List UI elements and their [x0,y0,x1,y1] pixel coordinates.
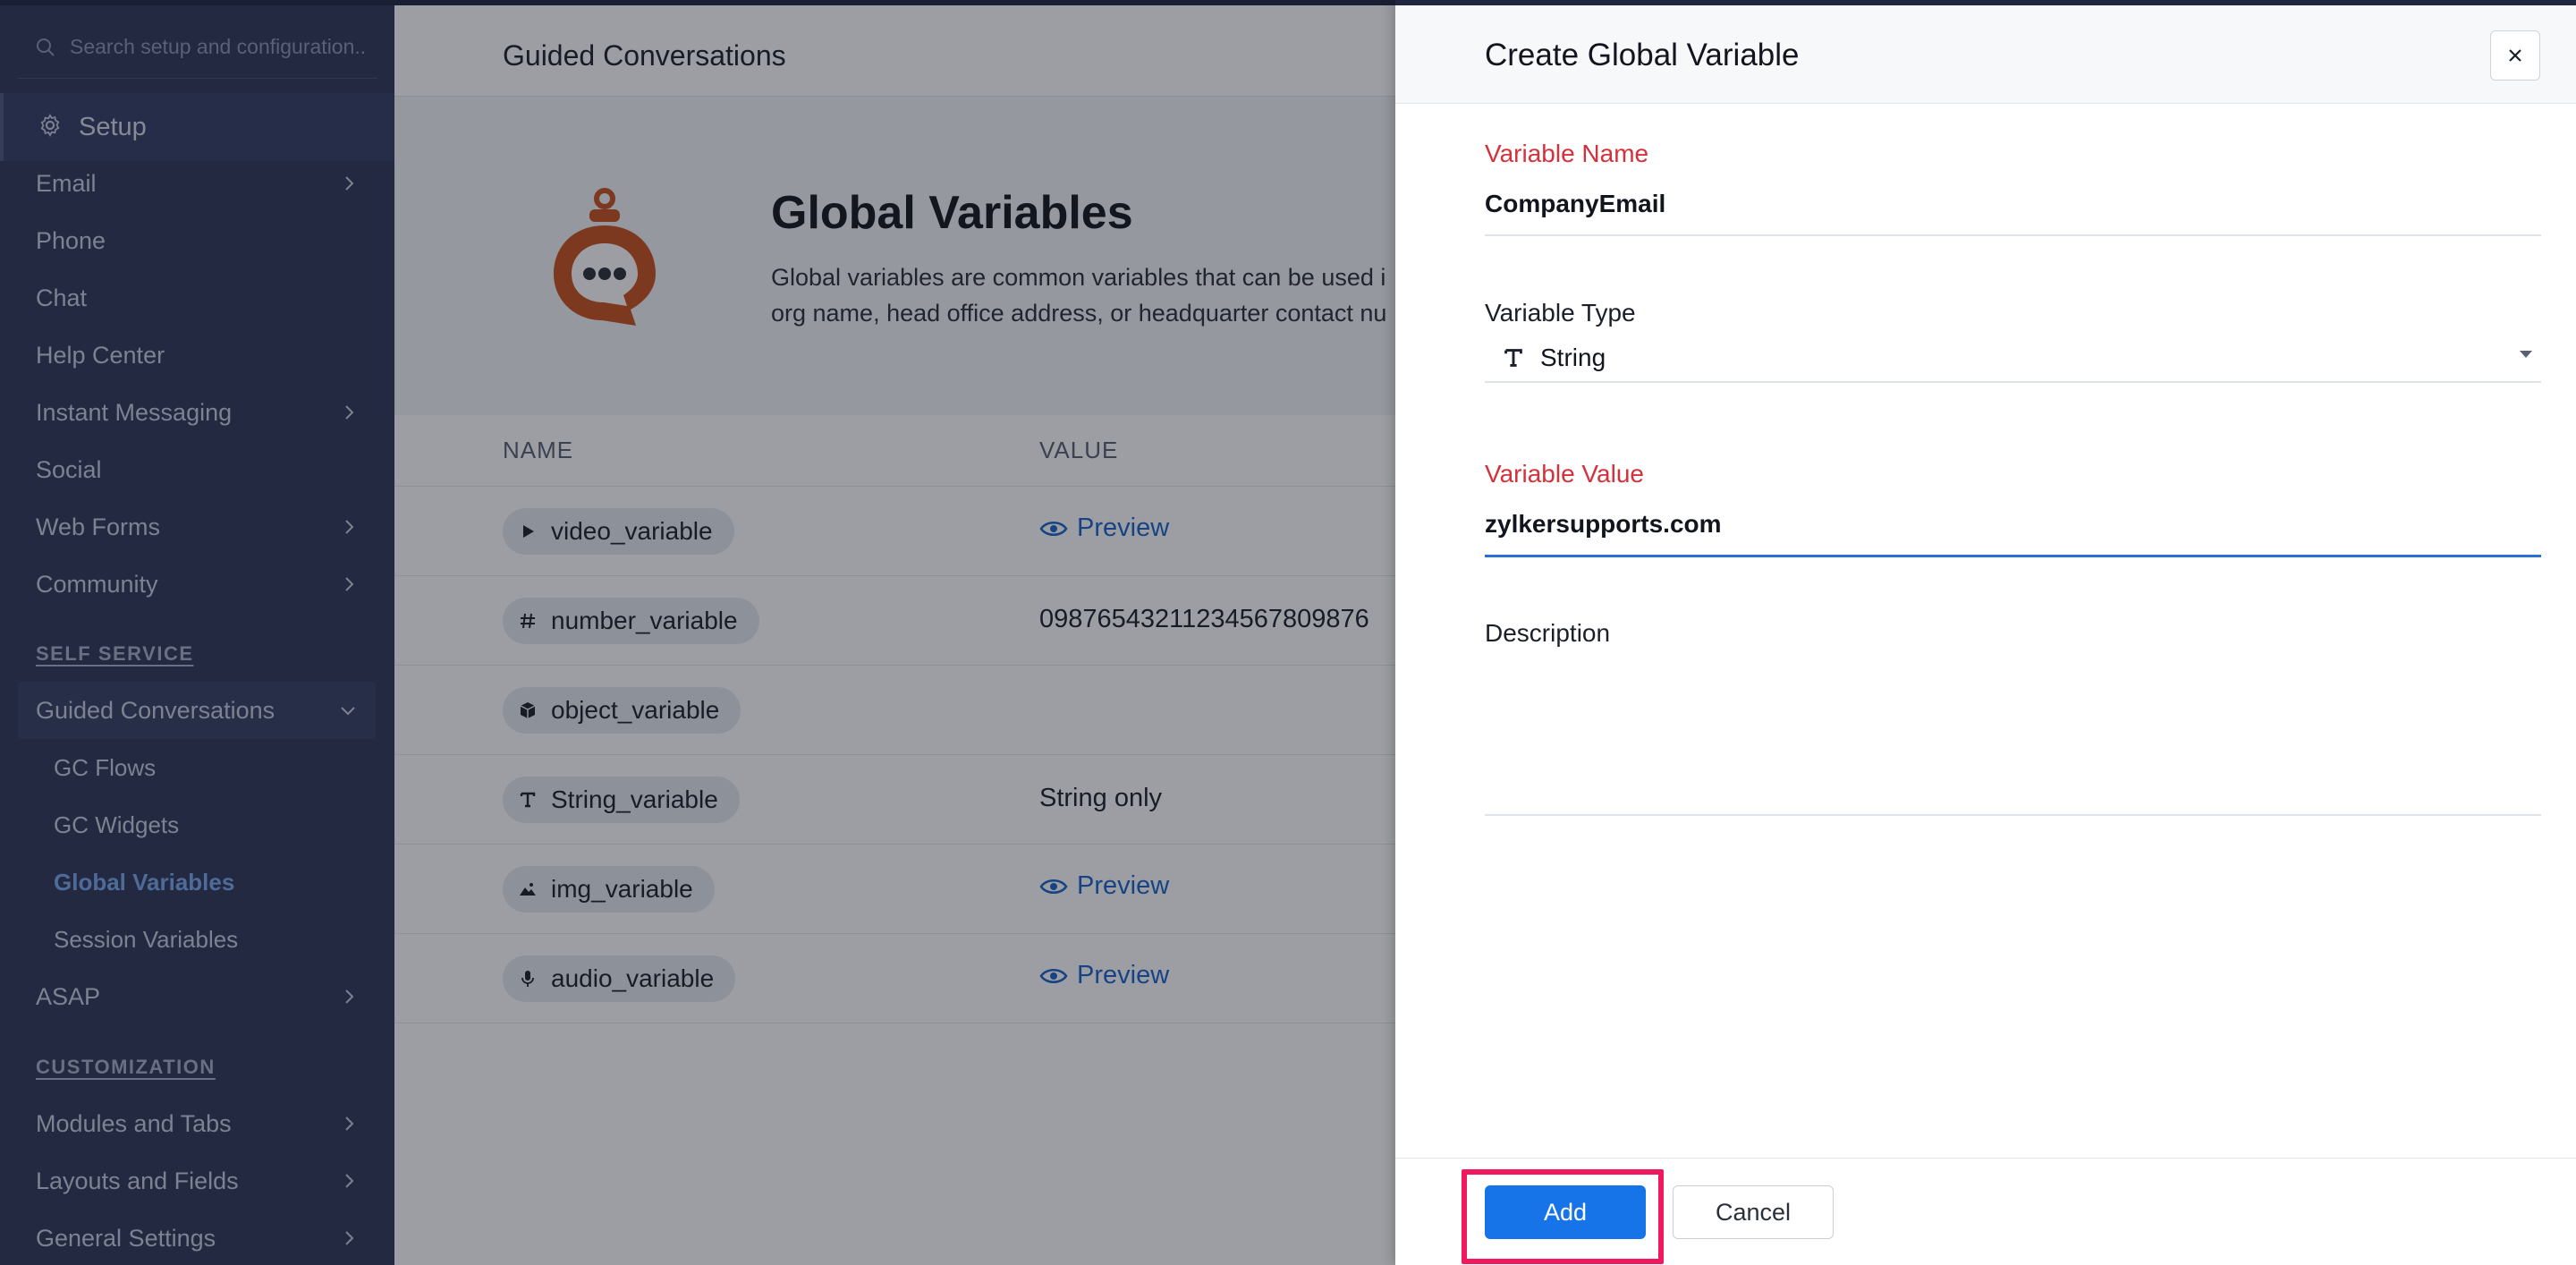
modal-backdrop[interactable] [0,0,1395,1265]
panel-footer: Add Cancel [1395,1158,2576,1265]
description-textarea[interactable] [1485,662,2541,816]
cancel-button[interactable]: Cancel [1673,1185,1834,1239]
text-icon [1504,349,1522,367]
variable-type-value: String [1540,344,1606,371]
caret-down-icon [2520,351,2532,358]
variable-type-select[interactable]: String [1485,335,2541,383]
variable-type-label: Variable Type [1485,299,1636,327]
variable-value-field[interactable]: zylkersupports.com [1485,510,2541,557]
panel-title: Create Global Variable [1485,38,1800,72]
variable-name-field[interactable]: CompanyEmail [1485,190,2541,236]
close-icon [2509,49,2521,62]
create-variable-panel: Create Global Variable Variable Name Com… [1395,0,2576,1265]
variable-value-label: Variable Value [1485,460,1644,488]
add-button[interactable]: Add [1485,1185,1646,1239]
variable-name-label: Variable Name [1485,140,1649,167]
panel-header: Create Global Variable [1395,5,2576,104]
close-button[interactable] [2490,30,2540,81]
description-label: Description [1485,619,1611,647]
